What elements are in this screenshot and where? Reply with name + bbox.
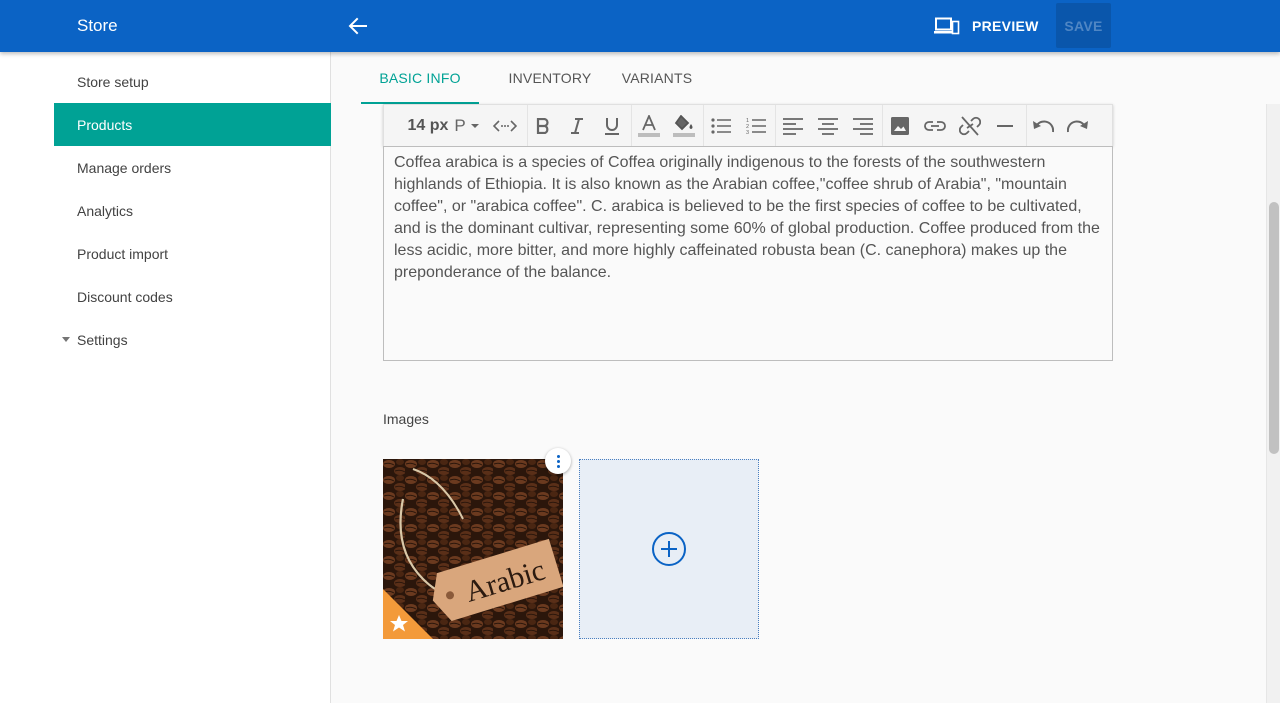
bulleted-list-button[interactable] — [705, 111, 737, 141]
text-color-icon — [638, 115, 660, 137]
redo-icon — [1067, 120, 1088, 133]
sidebar-item-discount-codes[interactable]: Discount codes — [54, 275, 331, 318]
sidebar-item-settings[interactable]: Settings — [54, 318, 331, 361]
tab-bar: BASIC INFO INVENTORY VARIANTS — [361, 52, 711, 104]
arrow-left-icon — [348, 17, 367, 35]
align-left-icon — [783, 117, 803, 135]
numbered-list-button[interactable]: 123 — [740, 111, 772, 141]
scrollbar-thumb[interactable] — [1269, 202, 1279, 454]
sidebar: Store setup Products Manage orders Analy… — [0, 52, 331, 703]
description-editor[interactable]: Coffea arabica is a species of Coffea or… — [383, 146, 1113, 361]
sidebar-item-store-setup[interactable]: Store setup — [54, 60, 331, 103]
unlink-icon — [959, 116, 981, 136]
italic-icon — [571, 118, 583, 134]
fill-color-icon — [673, 115, 695, 137]
bold-button[interactable] — [527, 111, 559, 141]
align-left-button[interactable] — [777, 111, 809, 141]
fill-color-button[interactable] — [668, 111, 700, 141]
preview-label: PREVIEW — [972, 18, 1039, 34]
unlink-button[interactable] — [954, 111, 986, 141]
caret-down-icon — [62, 337, 70, 342]
app-bar: Store PREVIEW SAVE — [0, 0, 1280, 52]
undo-icon — [1033, 120, 1054, 133]
tab-variants[interactable]: VARIANTS — [603, 52, 711, 104]
align-center-button[interactable] — [812, 111, 844, 141]
preview-button[interactable]: PREVIEW — [924, 8, 1049, 44]
horizontal-rule-button[interactable] — [989, 111, 1021, 141]
paragraph-format-dropdown[interactable]: P — [452, 111, 482, 141]
redo-button[interactable] — [1062, 111, 1094, 141]
tab-basic-info[interactable]: BASIC INFO — [361, 52, 479, 104]
toolbar-divider — [703, 105, 704, 147]
product-image-thumbnail[interactable]: Arabic — [383, 459, 563, 639]
coffee-beans-image: Arabic — [383, 459, 563, 639]
tab-inventory[interactable]: INVENTORY — [479, 52, 621, 104]
undo-button[interactable] — [1027, 111, 1059, 141]
code-view-button[interactable] — [489, 111, 521, 141]
sidebar-item-analytics[interactable]: Analytics — [54, 189, 331, 232]
insert-link-button[interactable] — [919, 111, 951, 141]
bold-icon — [536, 118, 549, 134]
image-options-button[interactable] — [545, 448, 571, 474]
sidebar-item-products[interactable]: Products — [54, 103, 331, 146]
save-button[interactable]: SAVE — [1056, 3, 1111, 48]
more-vert-icon — [556, 454, 560, 458]
sidebar-item-manage-orders[interactable]: Manage orders — [54, 146, 331, 189]
devices-icon — [934, 17, 960, 35]
text-color-button[interactable] — [633, 111, 665, 141]
toolbar-divider — [882, 105, 883, 147]
align-right-icon — [853, 117, 873, 135]
underline-icon — [605, 118, 619, 135]
sidebar-item-product-import[interactable]: Product import — [54, 232, 331, 275]
numbered-list-icon: 123 — [746, 118, 766, 135]
app-title: Store — [77, 16, 118, 35]
underline-button[interactable] — [596, 111, 628, 141]
editor-toolbar: 14 px P 123 — [383, 104, 1113, 147]
italic-button[interactable] — [561, 111, 593, 141]
link-icon — [924, 121, 946, 131]
chevron-down-icon — [470, 124, 479, 128]
svg-text:3: 3 — [746, 130, 749, 135]
add-image-button[interactable] — [579, 459, 759, 639]
image-icon — [891, 117, 909, 135]
toolbar-divider — [631, 105, 632, 147]
font-size-dropdown[interactable]: 14 px — [406, 111, 450, 141]
sidebar-item-label: Settings — [77, 331, 128, 348]
add-circle-icon — [652, 532, 686, 566]
insert-image-button[interactable] — [884, 111, 916, 141]
toolbar-divider — [775, 105, 776, 147]
code-icon — [493, 120, 517, 132]
images-section-label: Images — [383, 411, 429, 427]
align-right-button[interactable] — [847, 111, 879, 141]
align-center-icon — [818, 117, 838, 135]
vertical-scrollbar[interactable] — [1266, 104, 1280, 703]
back-button[interactable] — [344, 12, 372, 40]
bulleted-list-icon — [711, 118, 731, 134]
paragraph-label: P — [454, 116, 466, 135]
horizontal-rule-icon — [997, 125, 1013, 127]
